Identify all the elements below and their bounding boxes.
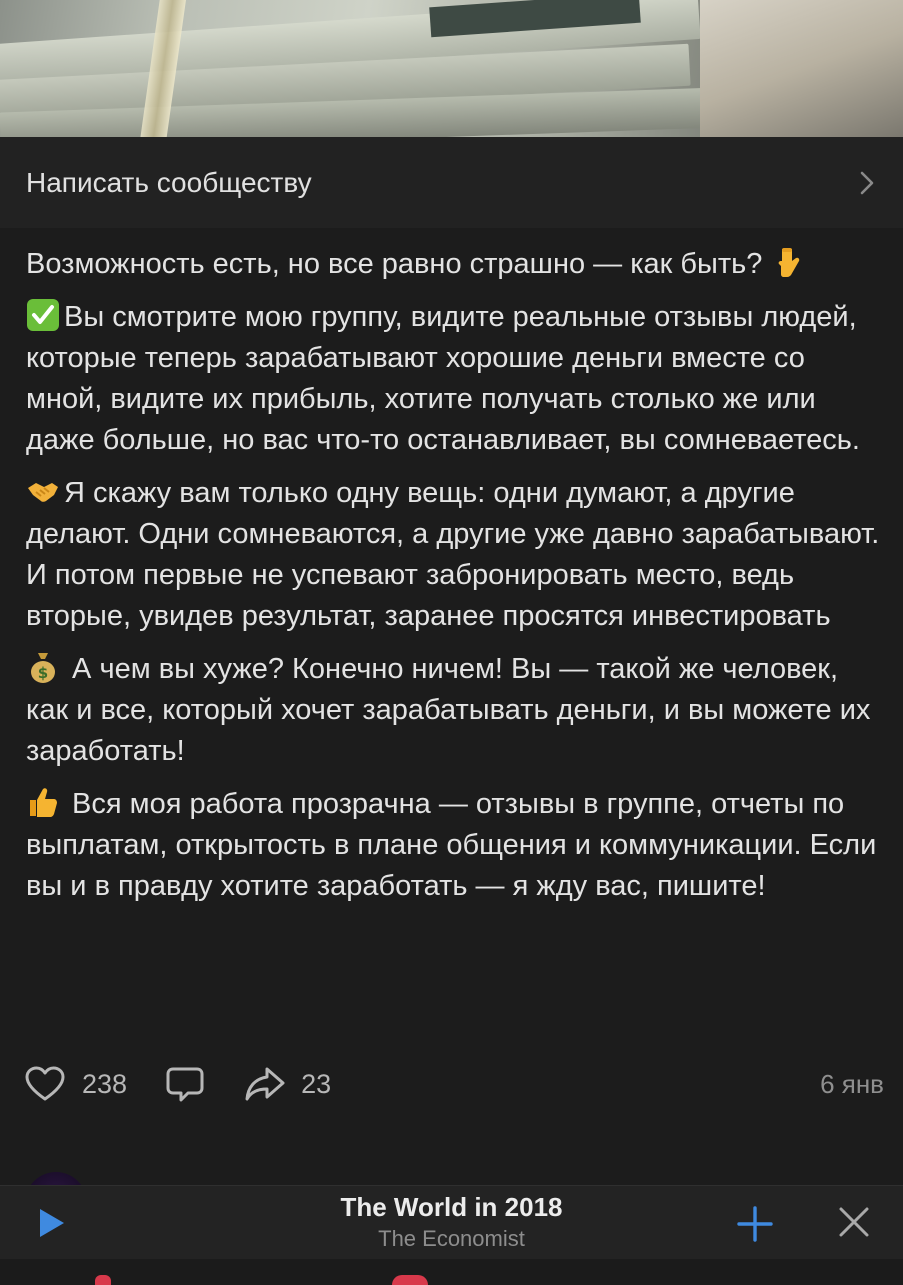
add-icon[interactable] [737, 1206, 773, 1242]
photo-banknote-corner [700, 0, 903, 137]
thumbs-up-emoji [30, 788, 57, 817]
post-paragraph: Возможность есть, но все равно страшно —… [26, 244, 886, 285]
post-paragraph: Я скажу вам только одну вещь: одни думаю… [26, 473, 886, 637]
pointing-down-emoji [779, 248, 800, 277]
bottom-strip [0, 1259, 903, 1285]
post-text: Возможность есть, но все равно страшно —… [26, 244, 886, 919]
chevron-right-icon [860, 171, 874, 194]
post-photo[interactable] [0, 0, 903, 137]
heart-icon [25, 1066, 65, 1101]
write-to-community-label: Написать сообществу [26, 166, 312, 198]
share-icon [245, 1067, 285, 1101]
money-bag-emoji: $ [31, 653, 55, 683]
post-paragraph: $ А чем вы хуже? Конечно ничем! Вы — так… [26, 649, 886, 772]
share-count: 23 [301, 1068, 332, 1099]
handshake-emoji [28, 483, 58, 502]
like-button[interactable]: 238 [24, 1065, 127, 1103]
next-item-peek [95, 1275, 111, 1285]
next-item-peek [392, 1275, 428, 1285]
audio-mini-player[interactable]: The World in 2018 The Economist [0, 1185, 903, 1260]
post-paragraph-text: А чем вы хуже? Конечно ничем! Вы — такой… [26, 653, 871, 767]
svg-text:$: $ [38, 664, 48, 682]
post-actions: 238 23 6 янв [24, 1062, 884, 1106]
write-to-community-button[interactable]: Написать сообществу [0, 137, 903, 228]
share-button[interactable]: 23 [243, 1065, 331, 1103]
close-icon[interactable] [838, 1206, 870, 1238]
post-paragraph-text: Вся моя работа прозрачна — отзывы в груп… [26, 788, 877, 902]
comment-button[interactable] [165, 1064, 205, 1104]
check-mark-emoji [27, 299, 59, 331]
post-paragraph: Вы смотрите мою группу, видите реальные … [26, 297, 886, 461]
like-count: 238 [82, 1068, 128, 1099]
post-paragraph-text: Вы смотрите мою группу, видите реальные … [26, 301, 860, 456]
post-date: 6 янв [820, 1068, 884, 1099]
post-paragraph: Вся моя работа прозрачна — отзывы в груп… [26, 784, 886, 907]
post-paragraph-text: Возможность есть, но все равно страшно —… [26, 248, 771, 280]
post-paragraph-text: Я скажу вам только одну вещь: одни думаю… [26, 477, 880, 632]
comment-icon [166, 1067, 204, 1102]
